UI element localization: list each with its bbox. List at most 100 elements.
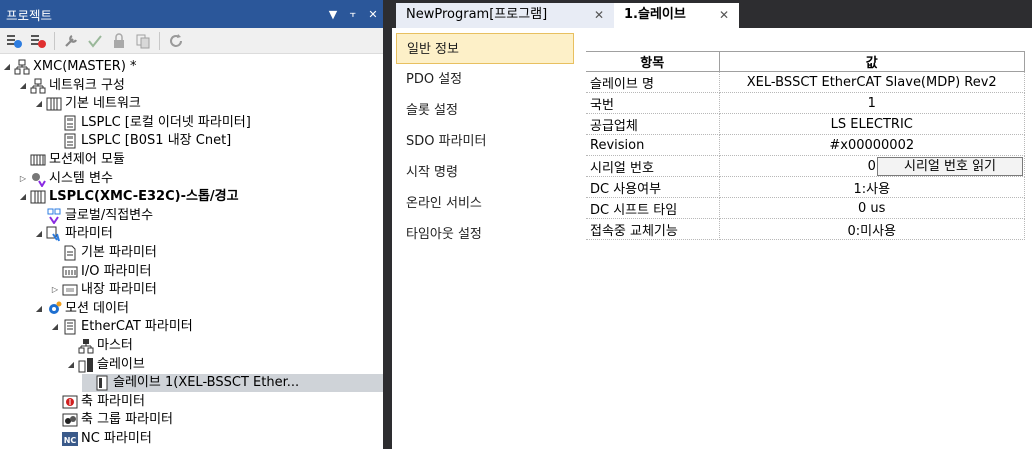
refresh-icon[interactable] <box>166 31 186 51</box>
category-item[interactable]: 슬롯 설정 <box>396 95 574 126</box>
tree-item-label: LSPLC [로컬 이더넷 파라미터] <box>81 114 251 130</box>
category-item[interactable]: 시작 명령 <box>396 157 574 188</box>
property-value[interactable]: 0 us <box>719 197 1025 219</box>
collapse-icon[interactable]: ◢ <box>66 356 76 374</box>
chevron-down-icon[interactable]: ▼ <box>323 8 343 21</box>
io-icon <box>62 264 78 280</box>
tree-item-label: 마스터 <box>97 338 133 353</box>
tree-item[interactable]: LSPLC [로컬 이더넷 파라미터] <box>50 114 251 132</box>
category-item[interactable]: 일반 정보 <box>396 33 574 64</box>
tree-item[interactable]: NC NC 파라미터 <box>50 430 152 448</box>
tree-item[interactable]: ◢ EtherCAT 파라미터 <box>50 318 193 336</box>
property-value[interactable]: 1:사용 <box>719 176 1025 198</box>
category-list: 일반 정보 PDO 설정 슬롯 설정 SDO 파라미터 시작 명령 온라인 서비스 타임아웃… <box>396 33 574 443</box>
parameter-icon <box>46 226 62 242</box>
close-icon[interactable]: ✕ <box>363 8 383 21</box>
property-value[interactable]: 1 <box>719 92 1025 114</box>
tree-item-label: LSPLC(XMC-E32C)-스톱/경고 <box>49 189 239 205</box>
tree-item[interactable]: 마스터 <box>66 337 133 355</box>
property-row[interactable]: 국번 1 <box>586 92 1025 114</box>
property-row[interactable]: 공급업체 LS ELECTRIC <box>586 113 1025 135</box>
tree-item[interactable]: 축 파라미터 <box>50 393 145 411</box>
property-name: 슬레이브 명 <box>586 71 720 93</box>
network-icon <box>14 59 30 75</box>
collapse-icon[interactable]: ◢ <box>18 188 28 206</box>
property-grid: 항목 값 슬레이브 명 XEL-BSSCT EtherCAT Slave(MDP)… <box>586 51 1025 240</box>
tree-item[interactable]: I/O 파라미터 <box>50 263 151 281</box>
property-row[interactable]: 슬레이브 명 XEL-BSSCT EtherCAT Slave(MDP) Rev2 <box>586 71 1025 93</box>
property-row[interactable]: Revision #x00000002 <box>586 134 1025 156</box>
plc-icon <box>62 133 78 149</box>
property-value[interactable]: XEL-BSSCT EtherCAT Slave(MDP) Rev2 <box>719 71 1025 93</box>
grid-icon <box>46 96 62 112</box>
column-header-value: 값 <box>719 51 1025 72</box>
read-serial-number-button[interactable]: 시리얼 번호 읽기 <box>877 157 1023 176</box>
property-row[interactable]: DC 시프트 타임 0 us <box>586 197 1025 219</box>
tree-item[interactable]: 글로벌/직접변수 <box>34 207 153 225</box>
property-value[interactable]: 0:미사용 <box>719 218 1025 240</box>
slave-settings-content: 일반 정보 PDO 설정 슬롯 설정 SDO 파라미터 시작 명령 온라인 서비스 타임아웃… <box>392 28 1032 449</box>
close-icon[interactable]: ✕ <box>594 3 604 27</box>
project-toolbar <box>0 28 383 54</box>
filter-off-icon[interactable] <box>28 31 48 51</box>
tree-item[interactable]: ◢ 모션 데이터 <box>34 300 129 318</box>
category-item[interactable]: 타임아웃 설정 <box>396 219 574 250</box>
tree-item[interactable]: ◢ LSPLC(XMC-E32C)-스톱/경고 <box>18 188 239 206</box>
pin-icon[interactable]: ⫟ <box>343 7 363 21</box>
tree-item-label: 축 파라미터 <box>81 393 145 409</box>
collapse-icon[interactable]: ◢ <box>18 77 28 95</box>
tab-label: 1.슬레이브 <box>624 7 686 22</box>
tree-item[interactable]: 슬레이브 1(XEL-BSSCT Ether... <box>82 374 383 393</box>
category-item[interactable]: SDO 파라미터 <box>396 126 574 157</box>
copy-icon[interactable] <box>133 31 153 51</box>
collapse-icon[interactable]: ◢ <box>34 225 44 243</box>
tree-item[interactable]: ◢ 파라미터 <box>34 225 113 243</box>
tree-item[interactable]: ▷ 시스템 변수 <box>18 170 113 188</box>
grid-icon <box>30 189 46 205</box>
tree-item-label: 파라미터 <box>65 226 113 242</box>
expand-icon[interactable]: ▷ <box>18 170 28 188</box>
collapse-icon[interactable]: ◢ <box>34 95 44 113</box>
master-icon <box>78 338 94 354</box>
tree-item[interactable]: ◢ 네트워크 구성 <box>18 77 125 95</box>
tree-item[interactable]: LSPLC [B0S1 내장 Cnet] <box>50 132 231 150</box>
expand-icon[interactable]: ▷ <box>50 281 60 299</box>
lock-icon[interactable] <box>109 31 129 51</box>
property-value[interactable]: LS ELECTRIC <box>719 113 1025 135</box>
collapse-icon[interactable]: ◢ <box>50 318 60 336</box>
nc-icon: NC <box>62 431 78 447</box>
tree-item[interactable]: ◢ 기본 네트워크 <box>34 95 141 113</box>
tree-item-label: 내장 파라미터 <box>81 282 157 298</box>
tree-item-label: 기본 네트워크 <box>65 96 141 112</box>
check-icon[interactable] <box>85 31 105 51</box>
property-value[interactable]: #x00000002 <box>719 134 1025 156</box>
tree-item-label: 슬레이브 1(XEL-BSSCT Ether... <box>113 375 300 391</box>
tree-item[interactable]: ◢ 슬레이브 <box>66 356 145 374</box>
property-row[interactable]: DC 사용여부 1:사용 <box>586 176 1025 198</box>
property-name: 시리얼 번호 <box>586 155 720 177</box>
collapse-icon[interactable]: ◢ <box>2 58 12 76</box>
svg-text:NC: NC <box>64 436 77 445</box>
collapse-icon[interactable]: ◢ <box>34 300 44 318</box>
property-row[interactable]: 접속중 교체기능 0:미사용 <box>586 218 1025 240</box>
tree-item-label: I/O 파라미터 <box>81 263 152 279</box>
tree-item[interactable]: 축 그룹 파라미터 <box>50 411 173 429</box>
panel-splitter[interactable] <box>383 0 392 449</box>
category-item[interactable]: 온라인 서비스 <box>396 188 574 219</box>
category-item[interactable]: PDO 설정 <box>396 64 574 95</box>
tree-item[interactable]: ◢ XMC(MASTER) * <box>2 58 137 76</box>
property-row[interactable]: 시리얼 번호 0 시리얼 번호 읽기 <box>586 155 1025 177</box>
tab-label: NewProgram[프로그램] <box>406 7 548 22</box>
close-icon[interactable]: ✕ <box>719 3 729 27</box>
tree-item-label: 모션 데이터 <box>65 300 129 316</box>
tree-item[interactable]: 기본 파라미터 <box>50 244 157 262</box>
wrench-icon[interactable] <box>61 31 81 51</box>
tree-item[interactable]: ▷ 내장 파라미터 <box>50 281 157 299</box>
filter-icon[interactable] <box>4 31 24 51</box>
tab-new-program[interactable]: NewProgram[프로그램] ✕ <box>396 3 614 28</box>
builtin-icon <box>62 282 78 298</box>
project-panel-titlebar: 프로젝트 ▼ ⫟ ✕ <box>0 0 383 28</box>
tab-slave[interactable]: 1.슬레이브 ✕ <box>614 3 739 28</box>
tree-item[interactable]: 모션제어 모듈 <box>18 151 125 169</box>
ethercat-icon <box>62 319 78 335</box>
